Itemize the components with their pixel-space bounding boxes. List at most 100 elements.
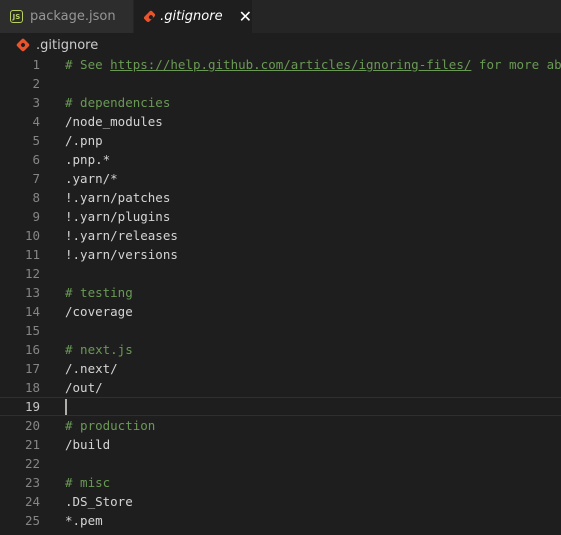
code-text: /build [65,437,110,452]
code-text: !.yarn/plugins [65,209,170,224]
code-token: /coverage [65,304,133,319]
code-editor[interactable]: 1 # See https://help.github.com/articles/… [0,55,561,535]
line-number: 7 [32,171,40,186]
code-token: .DS_Store [65,494,133,509]
code-text: /out/ [65,380,103,395]
line-number: 4 [32,114,40,129]
line-number: 23 [24,475,40,490]
code-line[interactable]: 13 # testing [0,283,561,302]
line-number: 16 [24,342,40,357]
code-token: !.yarn/plugins [65,209,171,224]
code-token: /.pnp [65,133,103,148]
code-text: /node_modules [65,114,163,129]
line-number: 3 [32,95,40,110]
code-token: *.pem [65,513,103,528]
line-number: 8 [32,190,40,205]
breadcrumb-file[interactable]: .gitignore [36,38,98,53]
code-token: # next.js [65,342,133,357]
line-number: 12 [24,266,40,281]
code-line[interactable]: 11 !.yarn/versions [0,245,561,264]
line-number: 1 [32,57,40,72]
code-line[interactable]: 23 # misc [0,473,561,492]
code-token: # testing [65,285,133,300]
code-line[interactable]: 24 .DS_Store [0,492,561,511]
code-text: # dependencies [65,95,170,110]
line-number: 17 [24,361,40,376]
code-text: # See https://help.github.com/articles/i… [65,57,561,72]
line-number: 11 [24,247,40,262]
line-number: 10 [24,228,40,243]
git-file-icon [15,37,31,53]
code-token: # dependencies [65,95,171,110]
code-line[interactable]: 18/out/ [0,378,561,397]
code-line[interactable]: 12 [0,264,561,283]
tab-bar: JS package.json .gitignore ✕ [0,0,561,33]
line-number: 5 [32,133,40,148]
code-line[interactable]: 5 /.pnp [0,131,561,150]
code-text: /.pnp [65,133,103,148]
code-line[interactable]: 3 # dependencies [0,93,561,112]
line-number: 13 [24,285,40,300]
line-number: 20 [24,418,40,433]
code-line[interactable]: 21/build [0,435,561,454]
code-text: .yarn/* [65,171,118,186]
line-number: 2 [32,76,40,91]
tab-label: .gitignore [160,9,223,24]
git-file-icon [143,10,156,23]
code-text: # testing [65,285,133,300]
code-token: /build [65,437,111,452]
code-token: /node_modules [65,114,163,129]
code-link[interactable]: https://help.github.com/articles/ignorin… [110,57,471,72]
code-line[interactable]: 6 .pnp.* [0,150,561,169]
code-line[interactable]: 17 /.next/ [0,359,561,378]
code-line[interactable]: 15 [0,321,561,340]
js-file-icon: JS [10,10,23,23]
line-number: 18 [24,380,40,395]
code-text: /.next/ [65,361,118,376]
code-line[interactable]: 8 !.yarn/patches [0,188,561,207]
code-line[interactable]: 22 [0,454,561,473]
line-number: 25 [24,513,40,528]
code-text: *.pem [65,513,103,528]
line-number: 6 [32,152,40,167]
code-line[interactable]: 1 # See https://help.github.com/articles/… [0,55,561,74]
code-text: # misc [65,475,110,490]
code-token: for more about ignoring files. [478,57,561,72]
code-line[interactable]: 26 [0,530,561,535]
close-icon[interactable]: ✕ [239,8,252,25]
line-number: 24 [24,494,40,509]
code-token: # See [65,57,111,72]
code-token: /out/ [65,380,103,395]
editor-window: JS package.json .gitignore ✕ .gitignore … [0,0,561,535]
code-line[interactable]: 25 *.pem [0,511,561,530]
code-text: !.yarn/versions [65,247,178,262]
code-line[interactable]: 14/coverage [0,302,561,321]
code-token: /.next/ [65,361,118,376]
code-text: # next.js [65,342,133,357]
text-cursor [65,398,67,415]
code-line[interactable]: 7 .yarn/* [0,169,561,188]
code-text: !.yarn/releases [65,228,178,243]
code-line[interactable]: 20 # production [0,416,561,435]
code-text: .pnp.* [65,152,110,167]
code-line[interactable]: 16 # next.js [0,340,561,359]
breadcrumb[interactable]: .gitignore [15,35,98,55]
code-token: !.yarn/versions [65,247,178,262]
tab-package-json[interactable]: JS package.json [0,0,134,33]
line-number: 19 [24,399,40,414]
code-line[interactable]: 2 [0,74,561,93]
code-line[interactable]: 9 !.yarn/plugins [0,207,561,226]
line-number: 21 [24,437,40,452]
code-token: !.yarn/patches [65,190,171,205]
code-text: !.yarn/patches [65,190,170,205]
tab-gitignore[interactable]: .gitignore ✕ [134,0,252,33]
line-number: 22 [24,456,40,471]
tab-label: package.json [30,9,116,24]
code-line[interactable]: 10 !.yarn/releases [0,226,561,245]
code-token: # misc [65,475,111,490]
code-text: /coverage [65,304,133,319]
code-token: .yarn/* [65,171,118,186]
code-token: # production [65,418,156,433]
code-line[interactable]: 4/node_modules [0,112,561,131]
code-line[interactable]: 19 [0,397,561,416]
